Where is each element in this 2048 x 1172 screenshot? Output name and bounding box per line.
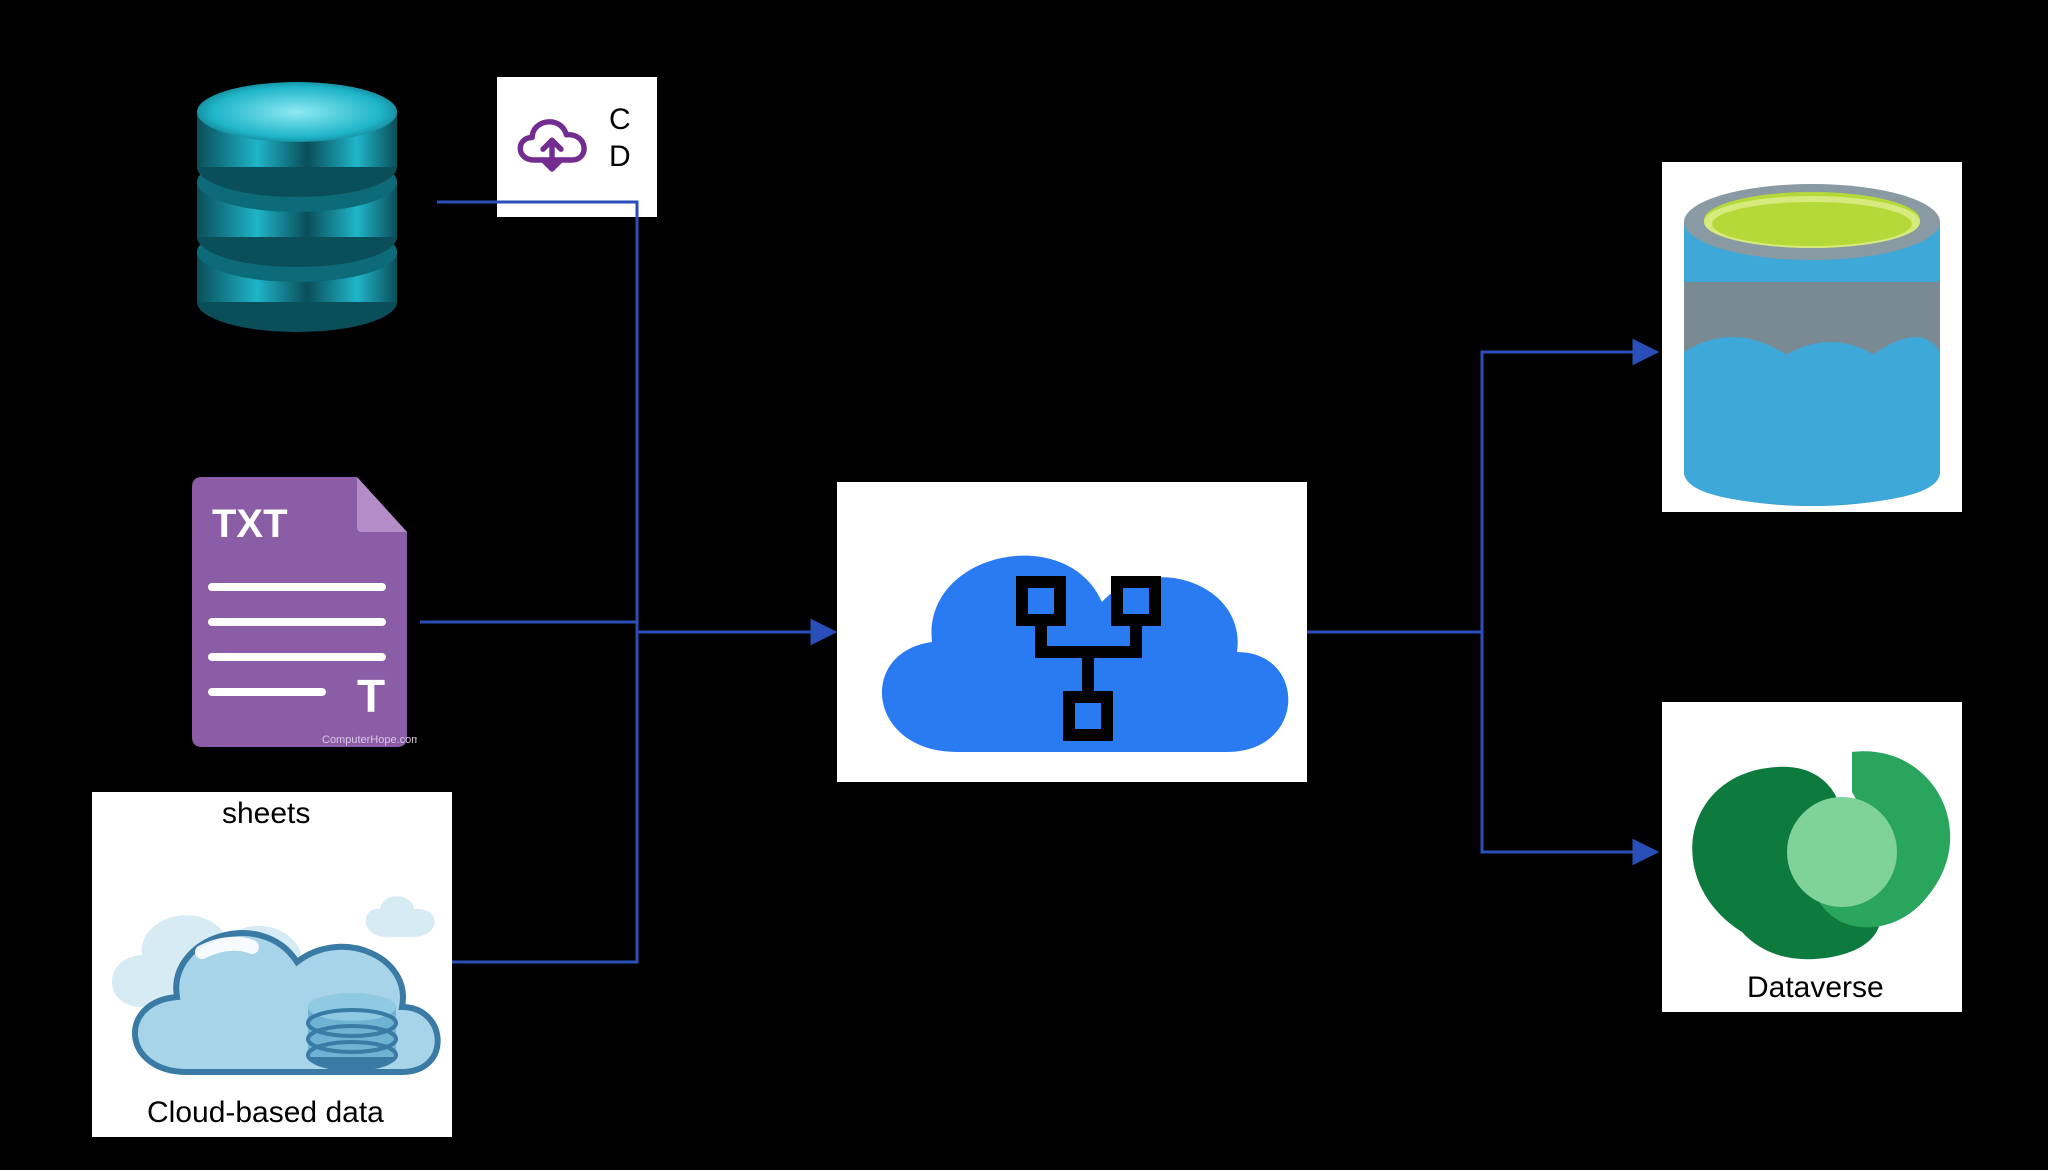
- source-cloud-data: Cloud-based data: [92, 837, 452, 1137]
- sheets-label: sheets: [222, 796, 310, 832]
- source-sheets-clip: sheets: [92, 792, 452, 837]
- source-database: [157, 52, 437, 342]
- dest-dataverse: Dataverse: [1662, 702, 1962, 1012]
- cloud-upload-label-2: D: [609, 139, 631, 175]
- dest-datalake: [1662, 162, 1962, 512]
- center-data-factory: [837, 482, 1307, 782]
- svg-text:T: T: [357, 670, 385, 722]
- svg-text:ComputerHope.com: ComputerHope.com: [322, 734, 417, 746]
- cloud-upload-label-1: C: [609, 102, 631, 138]
- source-cloud-upload: C D: [497, 77, 657, 217]
- cloud-data-label: Cloud-based data: [147, 1095, 384, 1131]
- dataverse-label: Dataverse: [1747, 970, 1947, 1006]
- source-txt-file: TXT T ComputerHope.com TXT: [182, 477, 417, 752]
- diagram-canvas: C D TXT T ComputerHope.com TXT sheets: [0, 0, 2048, 1170]
- svg-text:TXT: TXT: [212, 502, 288, 546]
